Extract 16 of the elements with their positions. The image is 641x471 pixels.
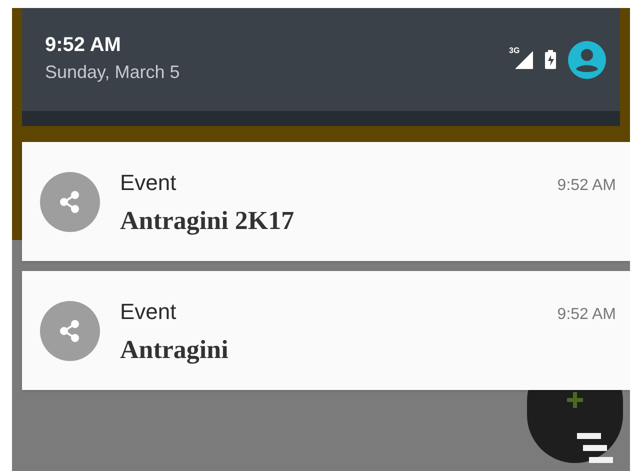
clock-time: 9:52 AM [45, 34, 122, 54]
notification-title: Event [120, 298, 176, 326]
notification-time: 9:52 AM [557, 176, 616, 196]
battery-icon [545, 50, 556, 69]
share-icon [60, 190, 80, 212]
plus-icon [566, 391, 584, 409]
notification-text: Antragini [120, 334, 230, 366]
date-text: Sunday, March 5 [45, 62, 180, 80]
notification-title: Event [120, 168, 176, 197]
notification-time: 9:52 AM [557, 304, 616, 325]
account-icon[interactable] [568, 40, 606, 78]
notification-card[interactable]: Event 9:52 AM Antragini [22, 271, 630, 390]
notification-text: Antragini 2K17 [120, 204, 296, 237]
notification-card[interactable]: Event 9:52 AM Antragini 2K17 [22, 142, 630, 261]
share-icon [60, 320, 80, 342]
network-type: 3G [509, 46, 520, 54]
